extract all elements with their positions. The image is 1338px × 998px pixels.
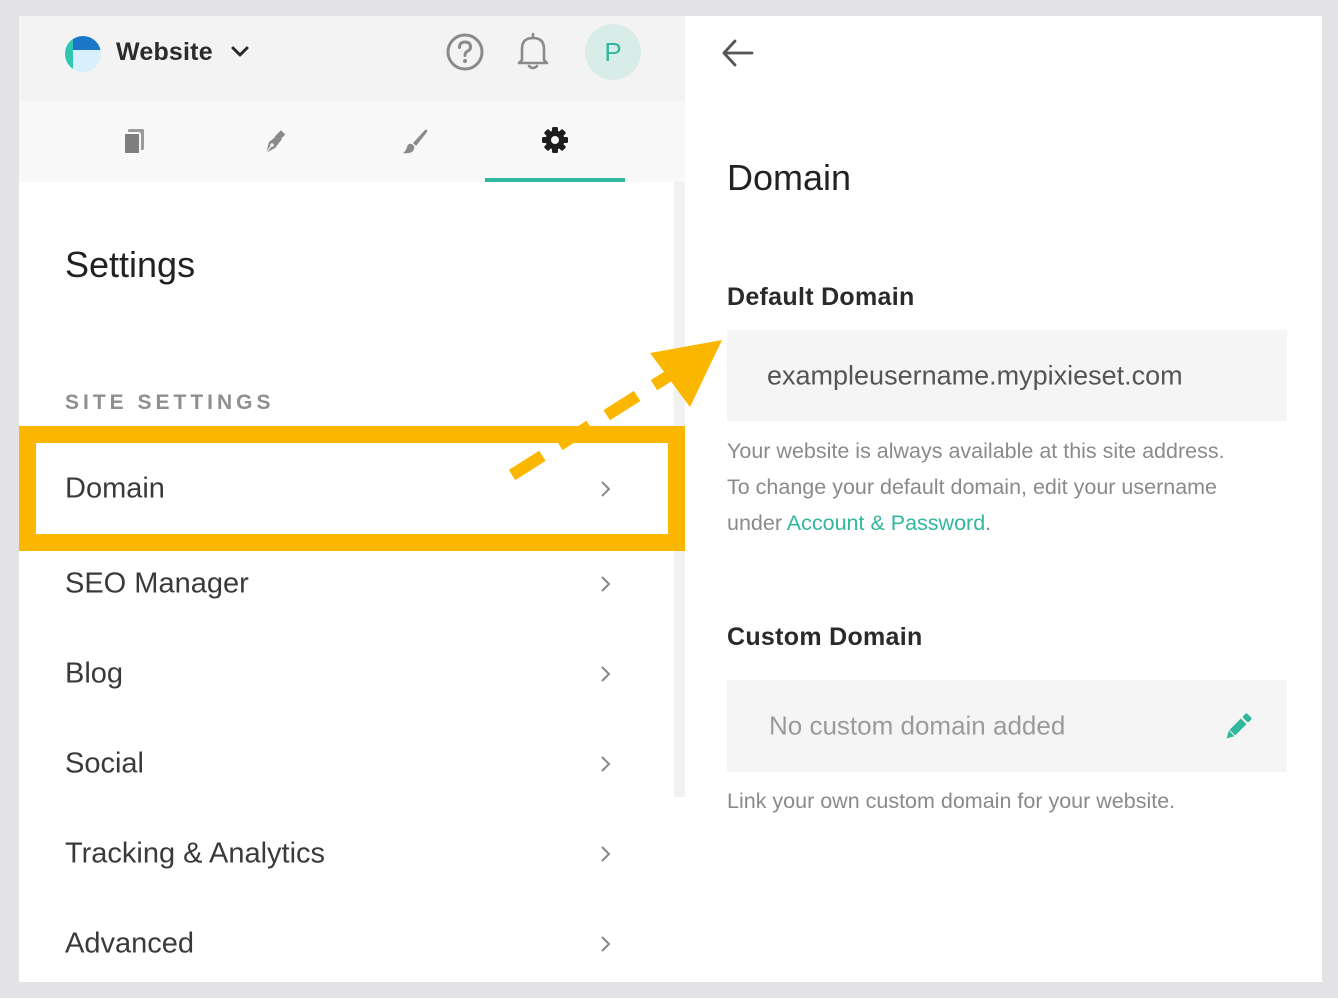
sidebar-item-label: Tracking & Analytics [65,837,326,870]
gear-icon [542,126,568,153]
tab-style[interactable] [345,101,485,182]
custom-domain-heading: Custom Domain [727,623,923,651]
help-line: To change your default domain, edit your… [727,475,1218,499]
custom-domain-placeholder: No custom domain added [769,710,1066,741]
tab-settings[interactable] [485,101,625,182]
custom-domain-help: Link your own custom domain for your web… [727,789,1176,813]
site-switcher[interactable]: Website [116,38,213,67]
help-line: Your website is always available at this… [727,439,1225,463]
sidebar-item-social[interactable]: Social [19,719,685,809]
sidebar-item-tracking-analytics[interactable]: Tracking & Analytics [19,809,685,899]
help-text-prefix: under [727,511,787,535]
user-avatar[interactable]: P [585,24,641,80]
help-icon[interactable] [445,32,485,72]
chevron-right-icon [601,666,611,682]
settings-sidebar: Website P Settings SITE SETTINGS Domain … [19,16,685,982]
section-label: SITE SETTINGS [65,391,275,414]
chevron-right-icon [601,936,611,952]
top-bar: Website P [19,16,685,101]
chevron-right-icon [601,756,611,772]
pencil-edit-icon[interactable] [1221,710,1255,744]
panel-title: Domain [727,157,852,198]
sidebar-item-label: Blog [65,657,124,690]
sidebar-item-label: Social [65,747,144,780]
default-domain-value: exampleusername.mypixieset.com [767,360,1183,390]
site-logo-icon [65,36,101,72]
paintbrush-icon [403,129,428,153]
sidebar-item-label: Advanced [65,927,194,960]
sidebar-item-label: SEO Manager [65,567,249,600]
annotation-arrow [508,340,722,481]
pen-nib-icon [265,129,286,153]
sidebar-item-seo-manager[interactable]: SEO Manager [19,539,685,629]
editor-tabs [19,101,685,182]
pages-icon [123,128,144,155]
tab-pages[interactable] [65,101,205,182]
domain-panel: Domain Default Domain exampleusername.my… [685,16,1322,982]
chevron-right-icon [601,576,611,592]
chevron-down-icon[interactable] [230,44,250,60]
tab-design[interactable] [205,101,345,182]
back-arrow-icon[interactable] [720,35,756,71]
custom-domain-field[interactable]: No custom domain added [727,680,1287,772]
notifications-bell-icon[interactable] [514,31,552,71]
sidebar-item-blog[interactable]: Blog [19,629,685,719]
sidebar-item-advanced[interactable]: Advanced [19,899,685,982]
default-domain-field: exampleusername.mypixieset.com [727,330,1287,421]
page-title: Settings [65,244,196,285]
help-line: under Account & Password. [727,505,1225,541]
default-domain-heading: Default Domain [727,283,915,311]
help-text-suffix: . [985,511,992,535]
account-password-link[interactable]: Account & Password [787,511,985,535]
chevron-right-icon [601,846,611,862]
default-domain-help: Your website is always available at this… [727,433,1225,541]
